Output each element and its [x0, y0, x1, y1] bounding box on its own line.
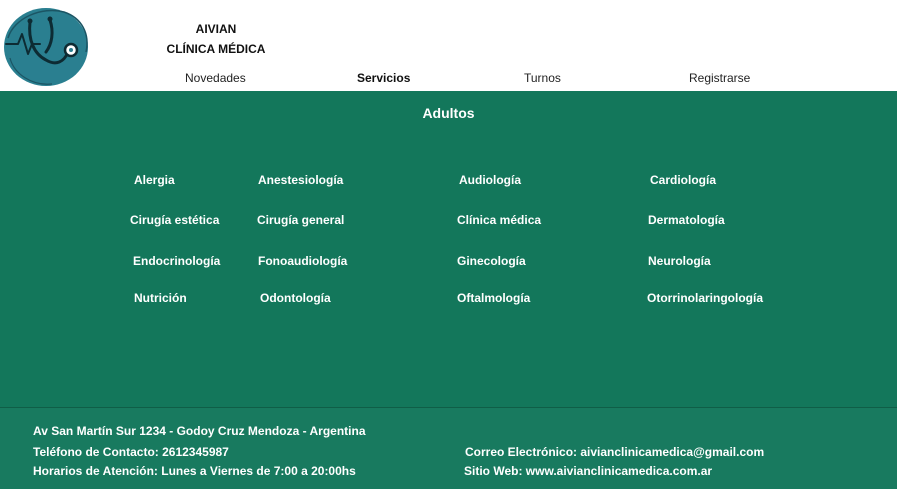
service-alergia[interactable]: Alergia — [134, 173, 175, 187]
service-ginecologia[interactable]: Ginecología — [457, 254, 526, 268]
service-otorrinolaringologia[interactable]: Otorrinolaringología — [647, 291, 763, 305]
service-cirugia-estetica[interactable]: Cirugía estética — [130, 213, 219, 227]
nav-registrarse[interactable]: Registrarse — [689, 71, 750, 85]
nav-novedades[interactable]: Novedades — [185, 71, 246, 85]
service-audiologia[interactable]: Audiología — [459, 173, 521, 187]
service-odontologia[interactable]: Odontología — [260, 291, 331, 305]
nav-servicios[interactable]: Servicios — [357, 71, 410, 85]
service-neurologia[interactable]: Neurología — [648, 254, 711, 268]
service-oftalmologia[interactable]: Oftalmología — [457, 291, 530, 305]
site-footer: Av San Martín Sur 1234 - Godoy Cruz Mend… — [0, 407, 897, 489]
clinic-name: AIVIAN CLÍNICA MÉDICA — [166, 19, 266, 59]
stethoscope-icon[interactable] — [2, 4, 90, 88]
footer-website[interactable]: Sitio Web: www.aivianclinicamedica.com.a… — [464, 464, 712, 478]
service-cardiologia[interactable]: Cardiología — [650, 173, 716, 187]
brand-line-1: AIVIAN — [195, 22, 237, 36]
service-fonoaudiologia[interactable]: Fonoaudiología — [258, 254, 347, 268]
footer-hours: Horarios de Atención: Lunes a Viernes de… — [33, 464, 356, 478]
service-anestesiologia[interactable]: Anestesiología — [258, 173, 343, 187]
nav-turnos[interactable]: Turnos — [524, 71, 561, 85]
service-nutricion[interactable]: Nutrición — [134, 291, 187, 305]
footer-phone: Teléfono de Contacto: 2612345987 — [33, 445, 229, 459]
site-header: AIVIAN CLÍNICA MÉDICA Novedades Servicio… — [0, 0, 897, 91]
footer-email[interactable]: Correo Electrónico: aivianclinicamedica@… — [465, 445, 764, 459]
brand-line-2: CLÍNICA MÉDICA — [166, 42, 266, 56]
services-section: Adultos Alergia Anestesiología Audiologí… — [0, 91, 897, 407]
service-endocrinologia[interactable]: Endocrinología — [133, 254, 220, 268]
footer-address: Av San Martín Sur 1234 - Godoy Cruz Mend… — [33, 424, 366, 438]
service-dermatologia[interactable]: Dermatología — [648, 213, 725, 227]
service-clinica-medica[interactable]: Clínica médica — [457, 213, 541, 227]
section-title: Adultos — [422, 105, 475, 121]
service-cirugia-general[interactable]: Cirugía general — [257, 213, 344, 227]
